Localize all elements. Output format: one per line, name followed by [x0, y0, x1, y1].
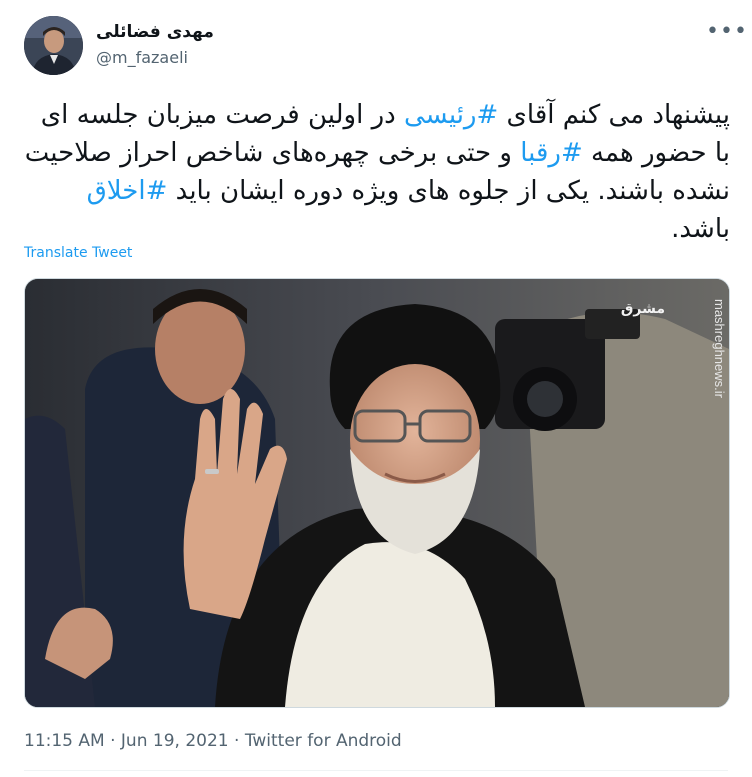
tweet-metadata: 11:15 AM · Jun 19, 2021 · Twitter for An… — [24, 731, 402, 751]
user-handle[interactable]: @m_fazaeli — [96, 48, 188, 67]
meta-separator: · — [110, 731, 116, 751]
photo-watermark: mashreghnews.ir — [712, 299, 727, 399]
display-name[interactable]: مهدی فضائلی — [96, 22, 214, 42]
tweet-source[interactable]: Twitter for Android — [245, 731, 402, 751]
tweet-photo[interactable]: mashreghnews.ir مشرق — [24, 278, 730, 708]
translate-tweet-link[interactable]: Translate Tweet — [24, 245, 132, 261]
tweet-text-segment: پیشنهاد می کنم آقای — [498, 100, 730, 130]
tweet-text-segment: باشد. — [671, 214, 730, 244]
tweet: مهدی فضائلی @m_fazaeli ••• پیشنهاد می کن… — [0, 0, 752, 777]
photo-logo: مشرق — [621, 301, 665, 317]
more-options-icon[interactable]: ••• — [706, 21, 748, 43]
meta-separator: · — [234, 731, 240, 751]
hashtag-link[interactable]: #اخلاق — [87, 176, 168, 206]
hashtag-link[interactable]: #رقبا — [520, 138, 583, 168]
divider — [24, 770, 728, 771]
hashtag-link[interactable]: #رئیسی — [404, 100, 498, 130]
photo-illustration: mashreghnews.ir مشرق — [25, 279, 729, 707]
tweet-text: پیشنهاد می کنم آقای #رئیسی در اولین فرصت… — [20, 96, 730, 248]
avatar[interactable] — [24, 16, 83, 75]
tweet-time[interactable]: 11:15 AM — [24, 731, 105, 751]
tweet-date[interactable]: Jun 19, 2021 — [121, 731, 229, 751]
